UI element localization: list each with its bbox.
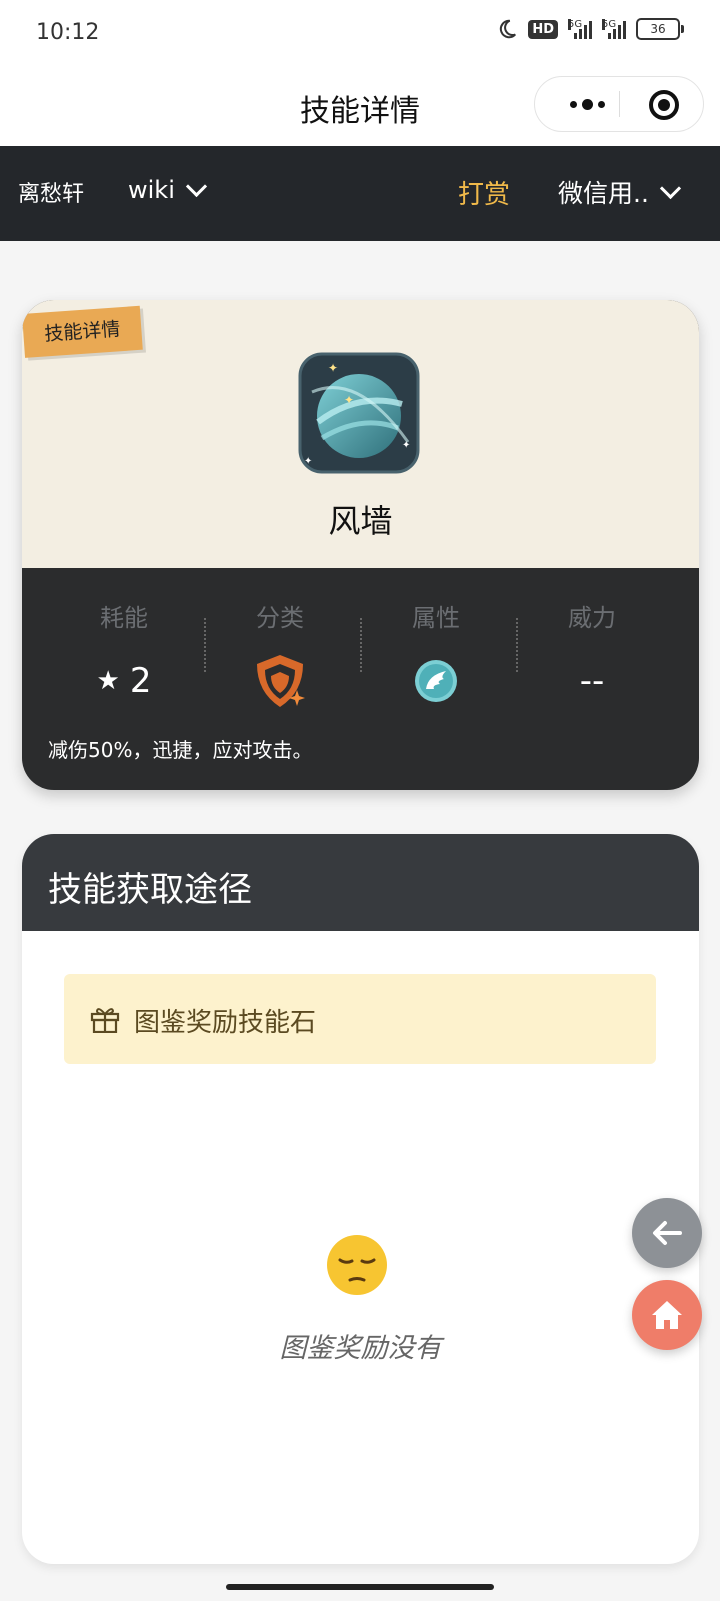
home-icon [652,1301,682,1329]
svg-text:✦: ✦ [402,440,410,451]
skill-card-header: 技能详情 ✦ ✦ ✦ ✦ 风墙 [22,300,699,568]
nav-wiki-label: wiki [128,176,175,204]
stat-attribute-label: 属性 [412,604,460,632]
acquisition-card: 技能获取途径 图鉴奖励技能石 图鉴奖励没有 [22,834,699,1564]
stat-category-label: 分类 [256,604,304,632]
svg-text:✦: ✦ [304,456,312,467]
status-time: 10:12 [36,20,100,45]
acquisition-header: 技能获取途径 [22,834,699,931]
capsule-divider [619,91,620,117]
pensive-face-icon [327,1235,387,1295]
stat-power-value: -- [579,661,605,701]
stat-power: 威力 -- [514,568,670,711]
wing-icon [415,660,457,702]
status-bar: 10:12 HD 5G 5G 36 [0,0,720,68]
chevron-down-icon [659,177,682,199]
nav-user-dropdown[interactable]: 微信用.. [558,174,682,210]
svg-text:✦: ✦ [344,393,354,407]
star-icon: ★ [96,666,120,696]
skill-card: 技能详情 ✦ ✦ ✦ ✦ 风墙 耗能 ★ 2 分类 属性 威力 -- 减伤50%… [22,300,699,790]
chevron-down-icon [185,175,207,197]
acquisition-title: 技能获取途径 [48,870,252,910]
skill-name: 风墙 [328,502,393,540]
skill-stats: 耗能 ★ 2 分类 属性 威力 -- [22,568,699,708]
signal-icon: 5G [568,19,592,39]
stat-power-label: 威力 [568,604,616,632]
stat-cost-label: 耗能 [100,604,148,632]
nav-site-link[interactable]: 离愁轩 [18,176,84,208]
status-icons: HD 5G 5G 36 [496,18,684,40]
nav-user-label: 微信用.. [558,179,649,208]
moon-icon [500,19,517,39]
planet-icon: ✦ ✦ ✦ ✦ [298,352,420,474]
back-button[interactable] [632,1198,702,1268]
stat-attribute: 属性 [358,568,514,711]
hd-badge: HD [528,19,558,39]
signal-icon: 5G [602,19,626,39]
gift-icon [90,1008,120,1033]
stat-cost-value: ★ 2 [96,661,152,701]
nav-wiki-dropdown[interactable]: wiki [128,175,207,204]
home-indicator[interactable] [226,1584,494,1590]
more-button[interactable] [557,77,617,131]
home-button[interactable] [632,1280,702,1350]
battery-icon: 36 [636,18,684,40]
svg-text:✦: ✦ [328,361,338,375]
defense-shield-icon [257,655,305,707]
stat-cost: 耗能 ★ 2 [46,568,202,711]
acquisition-item[interactable]: 图鉴奖励技能石 [64,974,656,1064]
skill-description: 减伤50%，迅捷，应对攻击。 [48,738,313,762]
empty-state-text: 图鉴奖励没有 [279,1333,442,1364]
mini-program-capsule [534,76,704,132]
nav-reward-link[interactable]: 打赏 [458,174,510,211]
acquisition-item-label: 图鉴奖励技能石 [134,1008,317,1038]
close-target-icon[interactable] [649,90,679,120]
arrow-left-icon [653,1221,682,1245]
skill-ribbon: 技能详情 [22,305,143,358]
stat-category: 分类 [202,568,358,711]
title-bar: 技能详情 [0,68,720,146]
top-nav: 离愁轩 wiki 打赏 微信用.. [0,146,720,241]
